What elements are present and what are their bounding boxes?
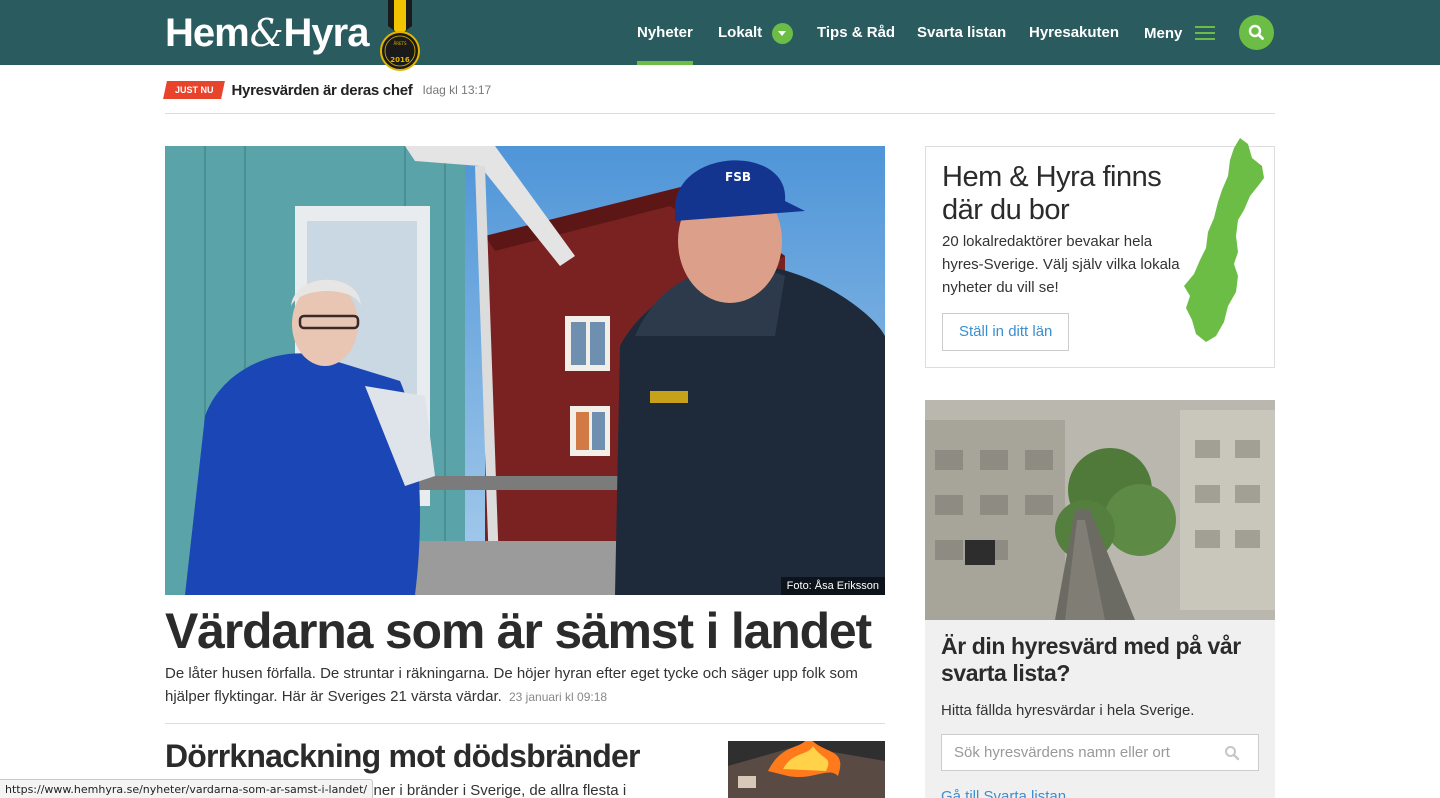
second-lead: personer i bränder i Sverige, de allra f…: [336, 782, 627, 798]
divider: [165, 113, 1275, 114]
search-button[interactable]: [1239, 15, 1274, 50]
second-article-image[interactable]: [728, 741, 885, 798]
nav-hyresakuten[interactable]: Hyresakuten: [1029, 0, 1119, 65]
article-date: 23 januari kl 09:18: [509, 690, 608, 704]
landlord-search-input[interactable]: [942, 735, 1212, 770]
blacklist-title: Är din hyresvärd med på vår svarta lista…: [941, 633, 1241, 686]
main-headline[interactable]: Värdarna som är sämst i landet: [165, 603, 872, 659]
svg-text:FSB: FSB: [725, 170, 751, 184]
just-nu-badge: JUST NU: [163, 81, 225, 99]
nav-tips-och-rad[interactable]: Tips & Råd: [817, 0, 895, 65]
hamburger-icon[interactable]: [1195, 26, 1215, 40]
nav-meny[interactable]: Meny: [1144, 1, 1182, 66]
search-icon[interactable]: [1224, 745, 1240, 761]
breaking-news[interactable]: JUST NU Hyresvärden är deras chef Idag k…: [163, 79, 492, 101]
site-logo[interactable]: Hem&Hyra: [165, 11, 370, 55]
second-headline[interactable]: Dörrknackning mot dödsbränder: [165, 736, 640, 776]
photo-credit: Foto: Åsa Eriksson: [780, 577, 885, 595]
set-county-button[interactable]: Ställ in ditt län: [942, 313, 1070, 351]
status-bar-url: https://www.hemhyra.se/nyheter/vardarna-…: [0, 779, 374, 798]
chevron-down-icon[interactable]: [772, 23, 793, 44]
award-medal-icon: ÅRETS 2016: [380, 0, 420, 71]
sweden-map-icon: [1184, 138, 1264, 342]
local-box-text: 20 lokalredaktörer bevakar hela hyres-Sv…: [942, 233, 1180, 296]
nav-lokalt[interactable]: Lokalt: [718, 0, 762, 65]
local-box-title: Hem & Hyra finns där du bor: [942, 161, 1162, 226]
landlord-search-field[interactable]: [941, 734, 1259, 771]
apartment-photo: [925, 400, 1275, 620]
blacklist-image[interactable]: [925, 400, 1275, 620]
blacklist-link[interactable]: Gå till Svarta listan: [941, 788, 1066, 798]
top-navigation-bar: Hem&Hyra ÅRETS 2016 Nyheter Lokalt Tips …: [0, 0, 1440, 71]
fire-photo: [728, 741, 885, 798]
main-lead: De låter husen förfalla. De struntar i r…: [165, 662, 885, 709]
article-photo: FSB: [165, 146, 885, 595]
medal-year: 2016: [390, 56, 410, 64]
blacklist-text: Hitta fällda hyresvärdar i hela Sverige.: [941, 702, 1195, 719]
blacklist-box: Är din hyresvärd med på vår svarta lista…: [925, 400, 1275, 798]
logo-text-hyra: Hyra: [283, 11, 370, 55]
nav-svarta-listan[interactable]: Svarta listan: [917, 0, 1006, 65]
divider: [165, 723, 885, 724]
main-article-image[interactable]: FSB Foto: Åsa Eriksson: [165, 146, 885, 595]
logo-ampersand: &: [249, 11, 284, 55]
logo-text-hem: Hem: [165, 11, 250, 55]
search-icon: [1248, 24, 1264, 40]
breaking-time: Idag kl 13:17: [422, 83, 492, 97]
nav-nyheter[interactable]: Nyheter: [637, 0, 693, 65]
breaking-title[interactable]: Hyresvärden är deras chef: [232, 82, 413, 99]
svg-text:ÅRETS: ÅRETS: [393, 41, 406, 46]
